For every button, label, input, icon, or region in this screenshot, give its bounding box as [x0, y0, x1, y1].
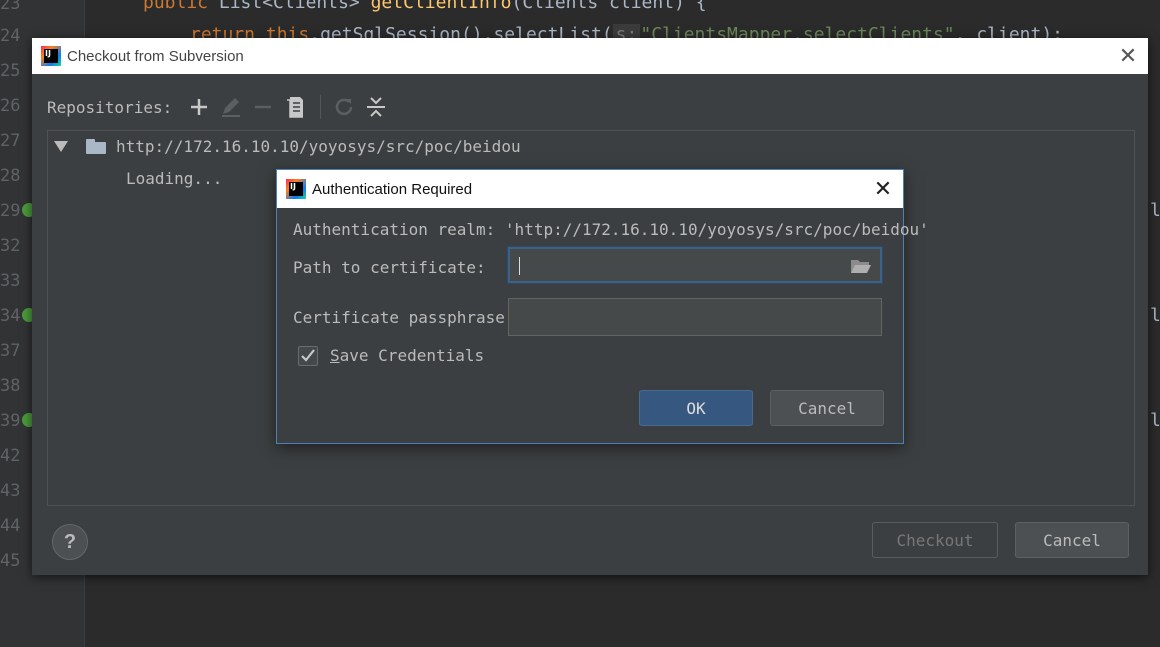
line-number: 32 — [0, 236, 21, 256]
toolbar-separator — [320, 95, 322, 119]
add-icon[interactable] — [184, 94, 214, 120]
line-number: 42 — [0, 446, 21, 466]
line-number: 34 — [0, 306, 21, 326]
auth-titlebar: IJ Authentication Required ✕ — [277, 170, 903, 208]
line-number: 25 — [0, 61, 21, 81]
refresh-icon[interactable] — [329, 94, 359, 120]
authentication-dialog: IJ Authentication Required ✕ Authenticat… — [276, 169, 929, 444]
line-number: 37 — [0, 341, 21, 361]
code-line: public List<Clients> getClientInfo(Clien… — [143, 0, 707, 13]
line-number: 27 — [0, 131, 21, 151]
help-button[interactable]: ? — [52, 524, 88, 560]
checkmark-icon — [301, 349, 315, 362]
folder-open-icon[interactable] — [850, 258, 872, 274]
save-credentials-checkbox[interactable] — [298, 346, 318, 366]
line-number: 45 — [0, 551, 21, 571]
tree-node-repository[interactable]: http://172.16.10.10/yoyosys/src/poc/beid… — [52, 137, 521, 156]
dialog-title: Checkout from Subversion — [67, 47, 244, 65]
passphrase-label: Certificate passphrase: — [293, 308, 515, 327]
remove-icon[interactable] — [248, 94, 278, 120]
line-number: 33 — [0, 271, 21, 291]
certificate-path-field[interactable] — [508, 247, 882, 283]
code-fragment: le — [1150, 410, 1160, 431]
code-fragment: le — [1150, 200, 1160, 221]
repository-url[interactable]: http://172.16.10.10/yoyosys/src/poc/beid… — [116, 137, 521, 156]
line-number: 28 — [0, 166, 21, 186]
repositories-toolbar: Repositories: — [47, 94, 393, 120]
edit-icon[interactable] — [216, 94, 246, 120]
browse-icon[interactable] — [280, 94, 310, 120]
save-credentials-label[interactable]: Save Credentials — [330, 346, 484, 365]
loading-text: Loading... — [126, 169, 223, 188]
expand-arrow-icon[interactable] — [54, 141, 68, 152]
code-fragment: le — [1150, 305, 1160, 326]
line-number: 39 — [0, 411, 21, 431]
line-number: 44 — [0, 516, 21, 536]
path-label: Path to certificate: — [293, 258, 486, 277]
line-number: 26 — [0, 96, 21, 116]
checkout-button[interactable]: Checkout — [872, 522, 998, 558]
line-number: 23 — [0, 0, 21, 14]
cancel-button[interactable]: Cancel — [1015, 522, 1129, 558]
close-icon[interactable]: ✕ — [1108, 38, 1148, 74]
folder-icon — [86, 139, 106, 154]
collapse-icon[interactable] — [361, 94, 391, 120]
line-number: 29 — [0, 201, 21, 221]
intellij-logo-icon: IJ — [286, 179, 306, 199]
line-number: 24 — [0, 26, 21, 46]
text-caret — [519, 257, 520, 275]
intellij-logo-icon: IJ — [41, 46, 61, 66]
auth-dialog-title: Authentication Required — [312, 180, 473, 198]
line-number: 38 — [0, 376, 21, 396]
ok-button[interactable]: OK — [639, 390, 753, 426]
dialog-titlebar: IJ Checkout from Subversion ✕ — [32, 38, 1148, 74]
auth-cancel-button[interactable]: Cancel — [770, 390, 884, 426]
line-number: 43 — [0, 481, 21, 501]
passphrase-field[interactable] — [508, 298, 882, 336]
realm-text: Authentication realm: 'http://172.16.10.… — [293, 220, 929, 239]
close-icon[interactable]: ✕ — [863, 171, 903, 207]
repositories-label: Repositories: — [47, 97, 173, 117]
